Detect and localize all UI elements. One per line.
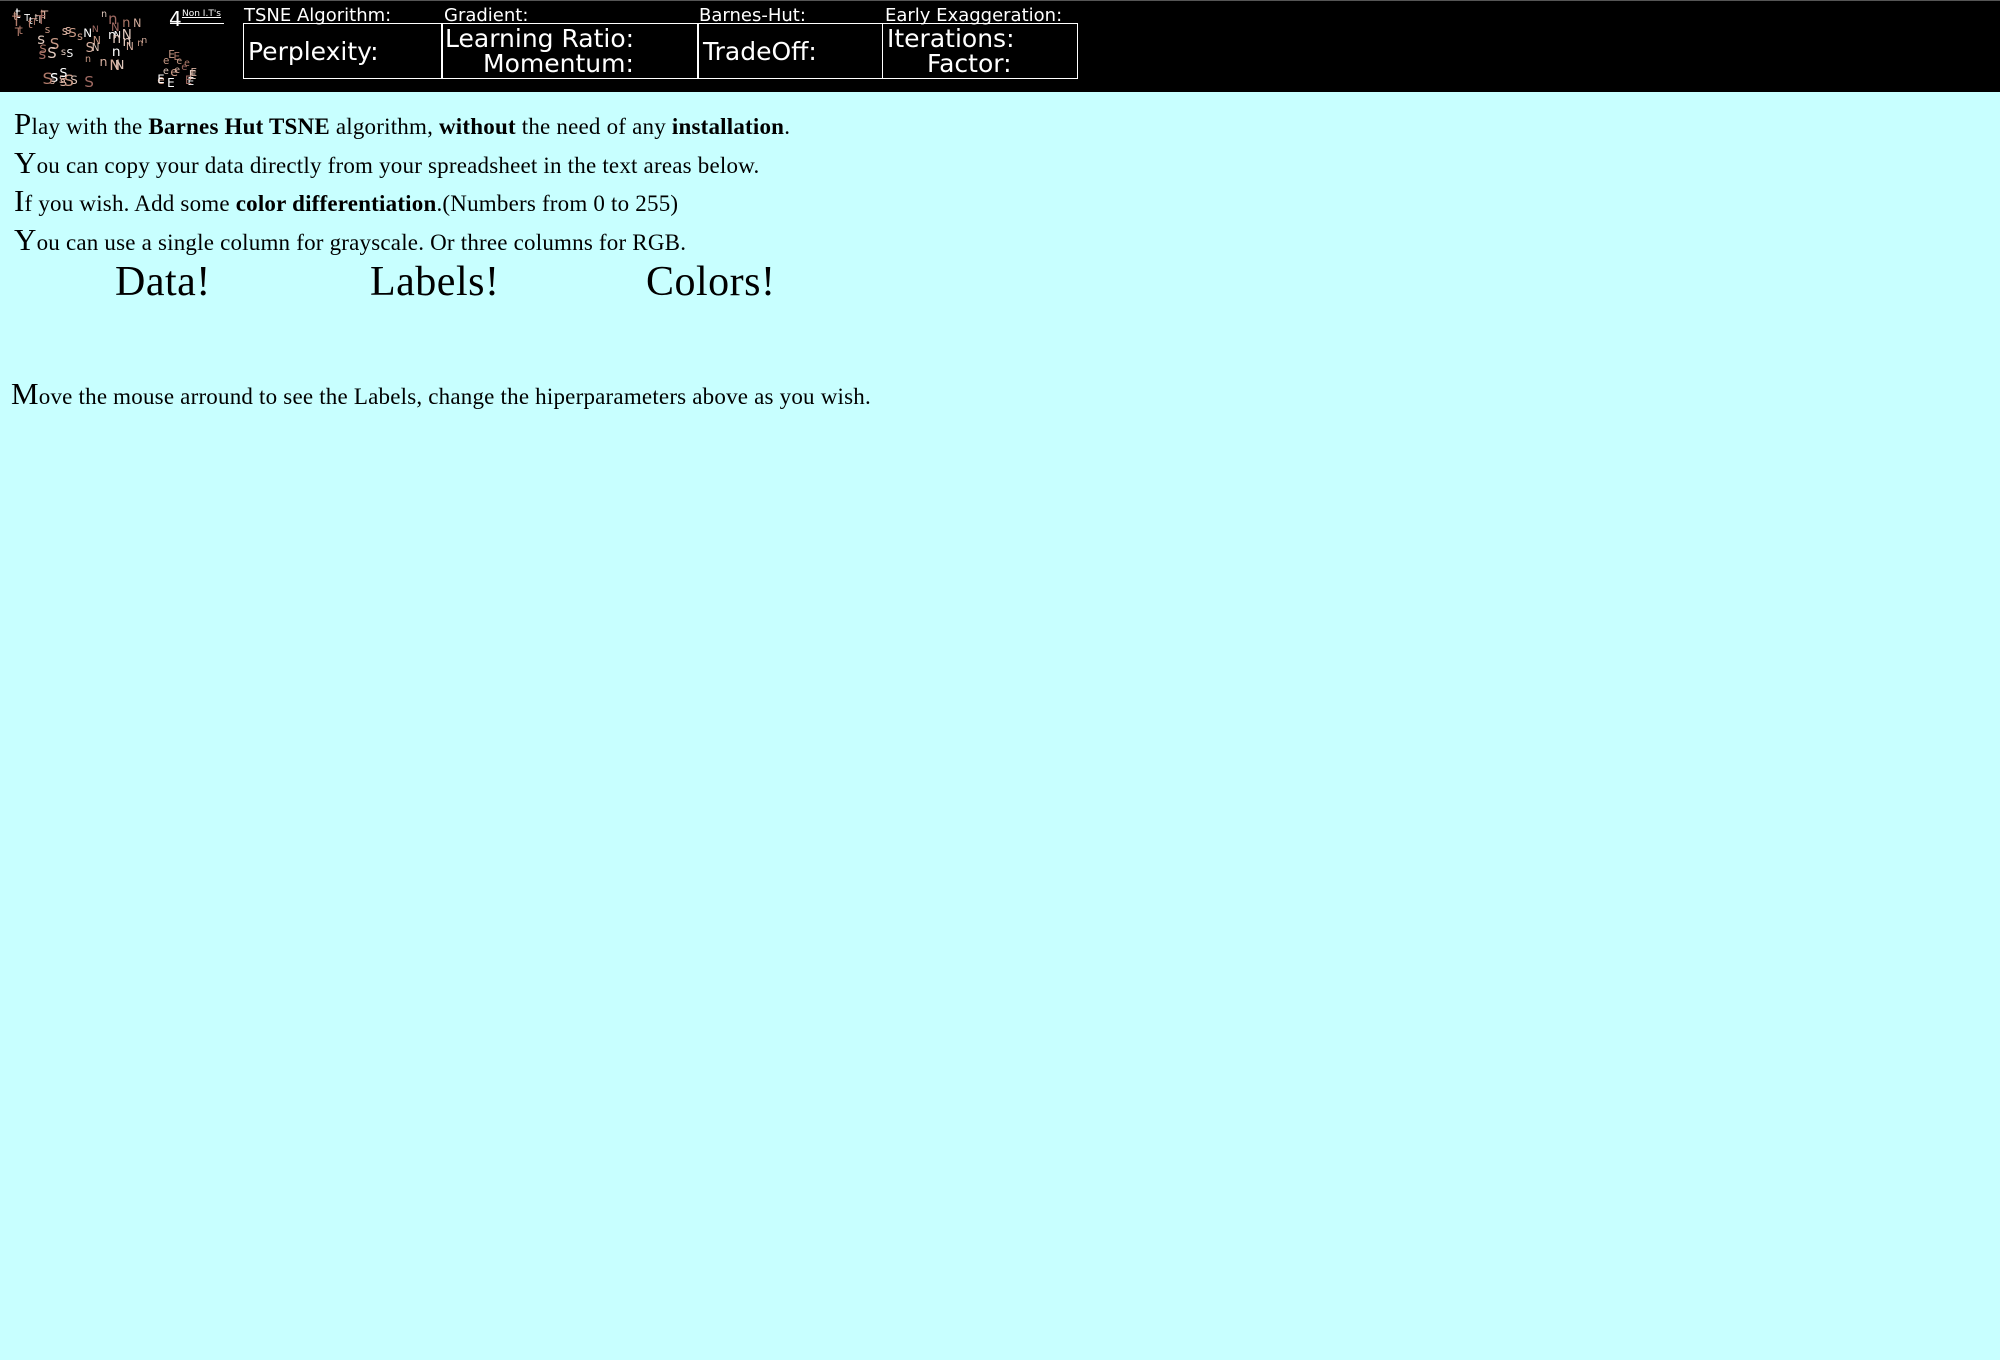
intro-line-1: Play with the Barnes Hut TSNE algorithm,… — [14, 106, 791, 141]
logo-letter: S — [42, 68, 53, 88]
logo-letter: E — [167, 76, 175, 90]
labels-title: Labels! — [370, 259, 500, 305]
logo-letter: N — [91, 23, 99, 35]
gradient-box: Learning Ratio: Momentum: — [442, 23, 698, 79]
logo-letter: N — [91, 42, 100, 55]
logo-letter: n — [137, 37, 144, 49]
logo-letter: S — [84, 72, 94, 91]
logo-letter: T — [24, 13, 31, 24]
iterations-label: Iterations: — [887, 24, 1015, 53]
logo-letter: e — [174, 65, 181, 77]
logo-letter: S — [47, 44, 57, 62]
logo-letter: n — [111, 43, 121, 60]
learning-ratio-label: Learning Ratio: — [445, 24, 635, 53]
learning-ratio-input[interactable] — [627, 25, 691, 53]
logo-letter: t — [18, 22, 23, 37]
momentum-input[interactable] — [627, 51, 691, 79]
logo-letter: S — [68, 26, 77, 42]
early-exaggeration-box: Iterations: Factor: — [882, 23, 1078, 79]
momentum-label: Momentum: — [483, 49, 634, 78]
logo-letter: N — [133, 17, 142, 31]
logo-letter: t — [13, 10, 18, 24]
data-title: Data! — [115, 259, 211, 305]
logo-letter: e — [176, 56, 183, 68]
perplexity-input[interactable] — [371, 39, 435, 67]
logo-letter: N — [114, 58, 125, 74]
logo-subtitle: Non I.T's — [182, 9, 221, 19]
logo-letter: N — [121, 27, 132, 44]
logo-letter: n — [101, 9, 108, 21]
logo-letter: S — [59, 66, 68, 81]
logo-letter: n — [99, 54, 108, 70]
intro-line-4: You can use a single column for grayscal… — [14, 222, 687, 257]
logo-letter: n — [112, 31, 122, 48]
logo-suffix: 4 — [169, 7, 182, 31]
logo-letter: s — [61, 24, 68, 39]
logo-letter: s — [77, 30, 83, 44]
logo-letter: S — [39, 42, 47, 57]
tradeoff-label: TradeOff: — [703, 37, 817, 66]
intro-line-3: If you wish. Add some color differentiat… — [14, 183, 679, 218]
logo-letter: N — [111, 20, 120, 35]
logo-letter: s — [44, 24, 51, 37]
footer-instructions: Move the mouse arround to see the Labels… — [11, 376, 871, 411]
tsne-algorithm-box: Perplexity: — [243, 23, 442, 79]
logo-letter: N — [83, 26, 93, 41]
iterations-input[interactable] — [1027, 25, 1071, 53]
logo-letter: S — [66, 47, 74, 61]
factor-input[interactable] — [1027, 51, 1071, 79]
logo-letter: e — [163, 54, 170, 67]
barnes-hut-box: TradeOff: — [698, 23, 883, 79]
perplexity-label: Perplexity: — [248, 37, 379, 66]
logo-letter: E — [185, 73, 193, 87]
app-logo: 4 Non I.T's TtTtTtTtTtTtTtsSsSsSsSsSsSsS… — [4, 5, 228, 91]
logo-letter: n — [122, 16, 131, 31]
colors-title: Colors! — [646, 259, 776, 305]
intro-line-2: You can copy your data directly from you… — [14, 145, 760, 180]
logo-letter: n — [84, 53, 91, 65]
factor-label: Factor: — [927, 49, 1012, 78]
top-bar: 4 Non I.T's TtTtTtTtTtTtTtsSsSsSsSsSsSsS… — [0, 0, 2000, 92]
logo-letter: s — [60, 46, 67, 58]
logo-letter: e — [184, 57, 190, 69]
tradeoff-input[interactable] — [822, 39, 876, 67]
